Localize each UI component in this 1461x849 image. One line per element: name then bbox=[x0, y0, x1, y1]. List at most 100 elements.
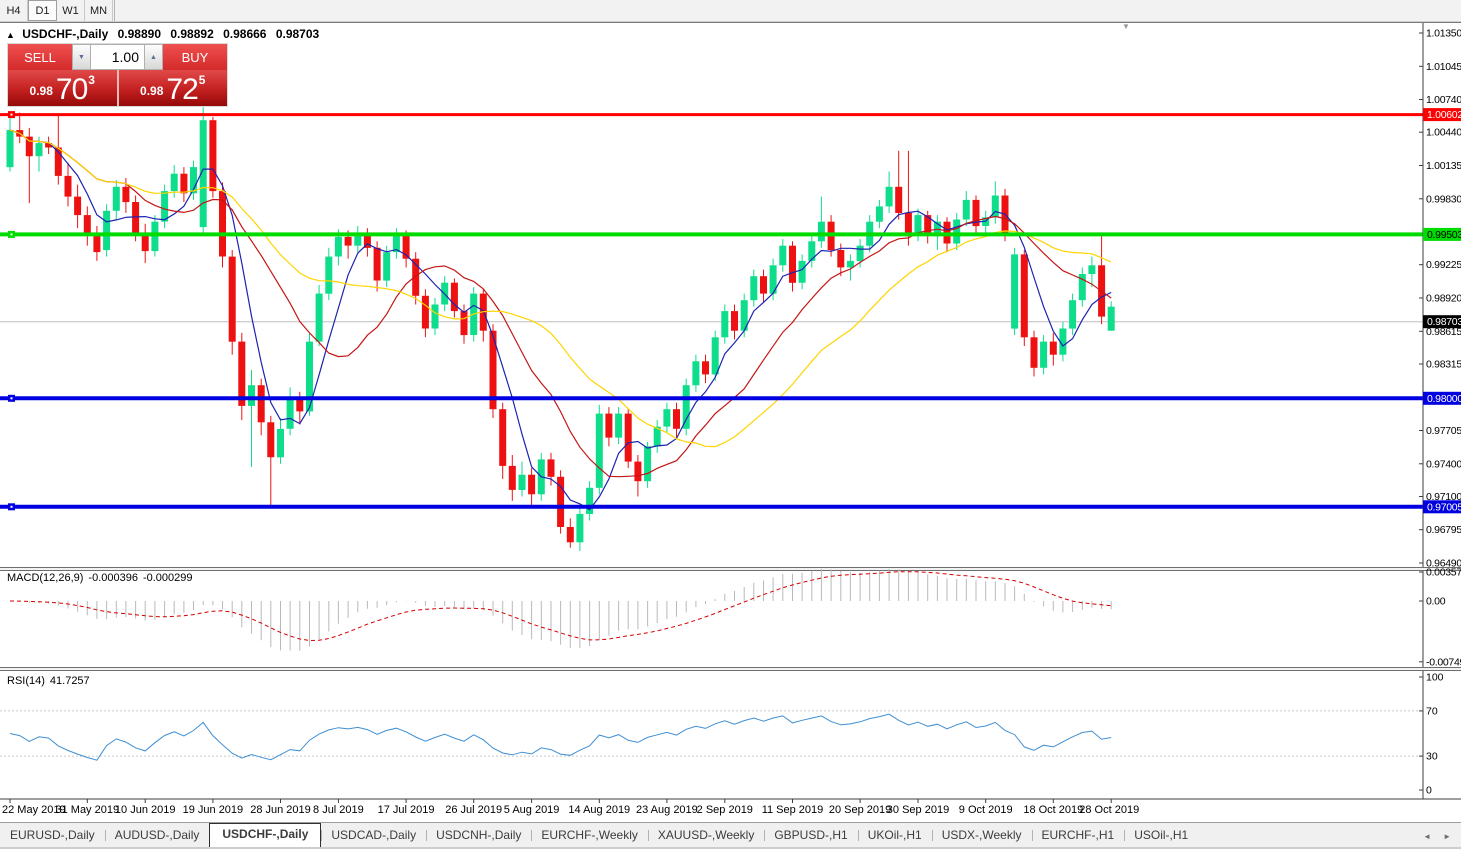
candles bbox=[7, 107, 1115, 551]
candle bbox=[345, 237, 352, 246]
candle bbox=[122, 187, 129, 202]
svg-text:0.99225: 0.99225 bbox=[1426, 259, 1461, 271]
rsi-axis-label: 100 bbox=[1426, 672, 1444, 684]
candle bbox=[1021, 254, 1028, 337]
macd-main-value: -0.000396 bbox=[88, 572, 138, 584]
candle bbox=[1088, 265, 1095, 274]
candle bbox=[847, 261, 854, 268]
buy-button[interactable]: BUY bbox=[163, 44, 227, 70]
rsi-line bbox=[10, 714, 1111, 760]
low-value: 0.98666 bbox=[223, 27, 266, 41]
svg-text:10 Jun 2019: 10 Jun 2019 bbox=[115, 804, 176, 816]
candle bbox=[84, 215, 91, 235]
sell-button[interactable]: SELL bbox=[8, 44, 72, 70]
tab-audusd-daily[interactable]: AUDUSD-,Daily bbox=[105, 825, 210, 847]
candle bbox=[499, 409, 506, 466]
tab-usdchf-daily[interactable]: USDCHF-,Daily bbox=[209, 823, 321, 847]
tab-scroll-left-icon[interactable]: ◄ bbox=[1423, 832, 1431, 841]
tab-usdcnh-daily[interactable]: USDCNH-,Daily bbox=[426, 825, 531, 847]
candle bbox=[1031, 337, 1038, 368]
candle bbox=[93, 235, 100, 252]
candle bbox=[905, 213, 912, 235]
candle bbox=[799, 261, 806, 283]
tab-eurusd-daily[interactable]: EURUSD-,Daily bbox=[0, 825, 105, 847]
svg-text:1.01045: 1.01045 bbox=[1426, 61, 1461, 73]
candle bbox=[576, 514, 583, 542]
svg-text:17 Jul 2019: 17 Jul 2019 bbox=[378, 804, 435, 816]
candle bbox=[209, 120, 216, 191]
candle bbox=[238, 342, 245, 406]
svg-text:1.00740: 1.00740 bbox=[1426, 94, 1461, 106]
candle bbox=[548, 459, 555, 476]
candle bbox=[567, 527, 574, 542]
candle bbox=[229, 257, 236, 342]
svg-text:0.98000: 0.98000 bbox=[1427, 393, 1461, 405]
svg-text:31 May 2019: 31 May 2019 bbox=[55, 804, 119, 816]
svg-text:0.96795: 0.96795 bbox=[1426, 524, 1461, 536]
candle bbox=[1040, 342, 1047, 368]
macd-signal-value: -0.000299 bbox=[143, 572, 193, 584]
macd-name: MACD(12,26,9) bbox=[7, 572, 83, 584]
svg-text:0.99503: 0.99503 bbox=[1427, 229, 1461, 241]
tab-xauusd-weekly[interactable]: XAUUSD-,Weekly bbox=[648, 825, 764, 847]
candle bbox=[702, 361, 709, 374]
timeframe-w1-button[interactable]: W1 bbox=[57, 0, 85, 21]
volume-increase-icon[interactable]: ▲ bbox=[144, 44, 163, 70]
volume-decrease-icon[interactable]: ▼ bbox=[72, 44, 91, 70]
tab-scroll-right-icon[interactable]: ► bbox=[1443, 832, 1451, 841]
svg-text:5 Aug 2019: 5 Aug 2019 bbox=[504, 804, 560, 816]
tab-eurchf-h1[interactable]: EURCHF-,H1 bbox=[1032, 825, 1125, 847]
rsi-panel-label: RSI(14)41.7257 bbox=[7, 675, 95, 687]
tab-eurchf-weekly[interactable]: EURCHF-,Weekly bbox=[531, 825, 647, 847]
candle bbox=[789, 246, 796, 283]
candle bbox=[103, 211, 110, 250]
volume-input[interactable]: 1.00 bbox=[91, 44, 144, 70]
chart-title: ▲ USDCHF-,Daily 0.98890 0.98892 0.98666 … bbox=[6, 27, 325, 41]
tab-usoil-h1[interactable]: USOil-,H1 bbox=[1124, 825, 1198, 847]
tab-usdcad-daily[interactable]: USDCAD-,Daily bbox=[321, 825, 426, 847]
collapse-icon[interactable]: ▲ bbox=[6, 30, 15, 40]
candle bbox=[219, 191, 226, 256]
sell-price-button[interactable]: 0.98 70 3 bbox=[8, 70, 117, 106]
timeframe-h4-button[interactable]: H4 bbox=[0, 0, 28, 21]
svg-text:23 Aug 2019: 23 Aug 2019 bbox=[636, 804, 698, 816]
candle bbox=[1108, 307, 1115, 331]
candle bbox=[1069, 300, 1076, 328]
candle bbox=[432, 305, 439, 329]
candle bbox=[161, 191, 168, 222]
candle bbox=[113, 187, 120, 211]
svg-text:28 Oct 2019: 28 Oct 2019 bbox=[1079, 804, 1139, 816]
sell-price-pips: 70 bbox=[56, 77, 87, 102]
candle bbox=[267, 422, 274, 457]
timeframe-mn-button[interactable]: MN bbox=[85, 0, 113, 21]
buy-price-button[interactable]: 0.98 72 5 bbox=[119, 70, 228, 106]
candle bbox=[876, 206, 883, 221]
candle bbox=[857, 246, 864, 261]
macd-axis-label: 0.003574 bbox=[1426, 567, 1461, 579]
candle bbox=[625, 414, 632, 462]
candle bbox=[74, 197, 81, 216]
tab-gbpusd-h1[interactable]: GBPUSD-,H1 bbox=[764, 825, 857, 847]
tab-ukoil-h1[interactable]: UKOil-,H1 bbox=[858, 825, 932, 847]
candle bbox=[248, 385, 255, 406]
candle bbox=[65, 176, 72, 197]
candle bbox=[953, 220, 960, 244]
candle bbox=[7, 130, 14, 167]
svg-text:0.97705: 0.97705 bbox=[1426, 425, 1461, 437]
candle bbox=[663, 409, 670, 426]
svg-text:1.00602: 1.00602 bbox=[1427, 109, 1461, 121]
one-click-trading-panel: SELL ▼ 1.00 ▲ BUY 0.98 70 3 0.98 72 5 bbox=[8, 44, 227, 106]
window-collapse-handle-icon[interactable]: ▼ bbox=[1122, 22, 1130, 31]
timeframe-d1-button[interactable]: D1 bbox=[28, 0, 57, 21]
candle bbox=[818, 222, 825, 242]
svg-text:1.00440: 1.00440 bbox=[1426, 127, 1461, 139]
svg-text:28 Jun 2019: 28 Jun 2019 bbox=[250, 804, 311, 816]
trading-terminal: { "toolbar": { "timeframes": [ {"label":… bbox=[0, 0, 1461, 849]
svg-text:26 Jul 2019: 26 Jul 2019 bbox=[445, 804, 502, 816]
chart-canvas[interactable]: 1.013501.010451.007401.004401.001350.998… bbox=[0, 0, 1461, 849]
candle bbox=[721, 311, 728, 337]
candle bbox=[316, 294, 323, 342]
candle bbox=[673, 409, 680, 429]
tab-usdx-weekly[interactable]: USDX-,Weekly bbox=[932, 825, 1032, 847]
candle bbox=[683, 385, 690, 429]
